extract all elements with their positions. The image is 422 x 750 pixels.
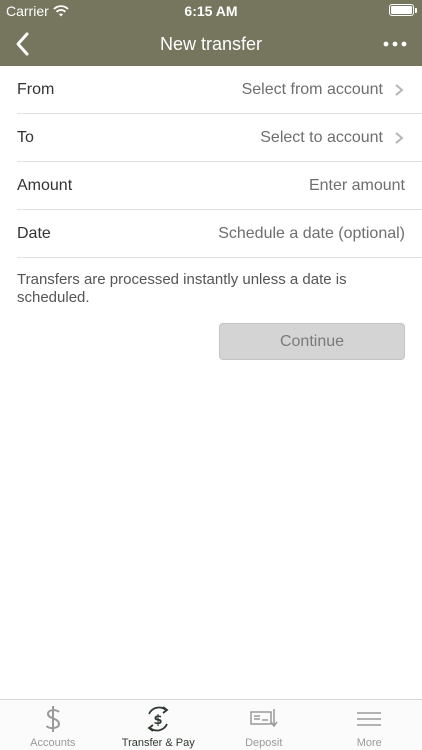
- menu-icon: [353, 705, 385, 733]
- to-account-value: Select to account: [260, 128, 383, 146]
- tab-deposit[interactable]: Deposit: [211, 700, 317, 750]
- to-account-row[interactable]: To Select to account: [17, 114, 422, 162]
- status-time: 6:15 AM: [184, 3, 238, 19]
- from-account-value: Select from account: [241, 80, 383, 98]
- tab-label: More: [356, 737, 382, 749]
- battery-icon: [389, 4, 417, 16]
- tab-label: Accounts: [30, 737, 76, 749]
- from-account-row[interactable]: From Select from account: [17, 66, 422, 114]
- ellipsis-icon[interactable]: [382, 32, 408, 56]
- tab-label: Deposit: [245, 737, 283, 749]
- chevron-right-icon: [395, 83, 404, 96]
- amount-label: Amount: [17, 176, 73, 194]
- amount-row: Amount Enter amount: [17, 162, 422, 210]
- tab-label: Transfer & Pay: [121, 737, 195, 749]
- transfer-form: From Select from account To Select to ac…: [0, 66, 422, 258]
- tab-more[interactable]: More: [317, 700, 422, 750]
- page-title: New transfer: [159, 34, 263, 54]
- status-bar: Carrier 6:15 AM: [0, 0, 422, 22]
- tab-accounts[interactable]: Accounts: [0, 700, 106, 750]
- tab-transfer-pay[interactable]: $ Transfer & Pay: [106, 700, 212, 750]
- from-label: From: [17, 80, 55, 98]
- to-label: To: [17, 128, 34, 146]
- dollar-icon: [37, 705, 69, 733]
- chevron-right-icon: [395, 131, 404, 144]
- svg-text:$: $: [154, 713, 163, 728]
- date-row: Date Schedule a date (optional): [17, 210, 422, 258]
- transfer-note: Transfers are processed instantly unless…: [17, 271, 347, 306]
- date-label: Date: [17, 224, 51, 242]
- navigation-bar: New transfer: [0, 22, 422, 66]
- tab-bar: Accounts $ Transfer & Pay Deposit More: [0, 699, 422, 750]
- check-deposit-icon: [248, 705, 280, 733]
- continue-button[interactable]: Continue: [219, 323, 405, 360]
- date-input[interactable]: Schedule a date (optional): [218, 225, 405, 243]
- transfer-pay-icon: $: [142, 705, 174, 733]
- amount-input[interactable]: Enter amount: [309, 177, 405, 195]
